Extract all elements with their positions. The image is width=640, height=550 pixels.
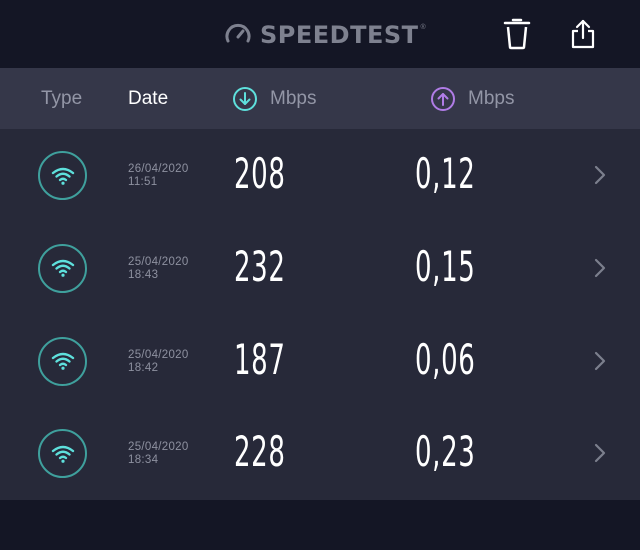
bottom-bar <box>0 500 640 550</box>
upload-unit-label: Mbps <box>468 87 515 109</box>
upload-speed-value: 0,12 <box>415 149 476 198</box>
top-bar: SPEEDTEST ® <box>0 0 640 68</box>
chevron-right-icon <box>592 350 608 372</box>
result-row[interactable]: 26/04/2020 11:51 208 0,12 <box>0 129 640 222</box>
column-header-date[interactable]: Date <box>128 68 168 129</box>
trash-icon <box>502 18 532 50</box>
chevron-right-icon <box>592 164 608 186</box>
wifi-icon <box>38 336 87 386</box>
wifi-icon <box>38 243 87 293</box>
result-date-time: 11:51 <box>128 176 158 188</box>
brand-logo: SPEEDTEST ® <box>224 20 426 50</box>
share-button[interactable] <box>565 16 601 52</box>
speedometer-icon <box>224 21 252 49</box>
result-date-day: 25/04/2020 <box>128 348 189 361</box>
result-date: 25/04/2020 18:43 <box>128 256 189 282</box>
result-row[interactable]: 25/04/2020 18:34 228 0,23 <box>0 407 640 500</box>
result-date-day: 26/04/2020 <box>128 163 189 175</box>
wifi-icon <box>38 429 87 479</box>
trademark-mark: ® <box>420 24 426 31</box>
result-date: 26/04/2020 11:51 <box>128 163 189 189</box>
result-date-time: 18:43 <box>128 268 159 281</box>
column-header-type[interactable]: Type <box>41 68 82 129</box>
result-date: 25/04/2020 18:34 <box>128 441 189 467</box>
delete-button[interactable] <box>499 16 535 52</box>
chevron-right-icon <box>592 442 608 464</box>
result-date-time: 18:34 <box>128 454 159 467</box>
download-arrow-icon <box>232 86 258 112</box>
column-header-upload[interactable]: Mbps <box>430 68 514 129</box>
upload-speed-value: 0,15 <box>415 241 476 291</box>
download-speed-value: 187 <box>234 334 286 384</box>
upload-arrow-icon <box>430 86 456 112</box>
chevron-right-icon <box>592 257 608 279</box>
result-date: 25/04/2020 18:42 <box>128 349 189 375</box>
download-speed-value: 208 <box>234 149 286 198</box>
download-speed-value: 228 <box>234 427 286 477</box>
results-list: 26/04/2020 11:51 208 0,12 25/04/2020 18:… <box>0 129 640 500</box>
upload-speed-value: 0,06 <box>415 334 476 384</box>
share-icon <box>569 18 597 50</box>
download-unit-label: Mbps <box>270 87 317 109</box>
column-header-download[interactable]: Mbps <box>232 68 316 129</box>
results-table-header: Type Date Mbps Mbps <box>0 68 640 129</box>
result-row[interactable]: 25/04/2020 18:43 232 0,15 <box>0 222 640 315</box>
brand-name: SPEEDTEST <box>260 21 419 49</box>
result-date-day: 25/04/2020 <box>128 441 189 454</box>
result-date-day: 25/04/2020 <box>128 255 189 268</box>
result-row[interactable]: 25/04/2020 18:42 187 0,06 <box>0 315 640 408</box>
upload-speed-value: 0,23 <box>415 427 476 477</box>
result-date-time: 18:42 <box>128 361 159 374</box>
wifi-icon <box>38 151 87 200</box>
download-speed-value: 232 <box>234 241 286 291</box>
